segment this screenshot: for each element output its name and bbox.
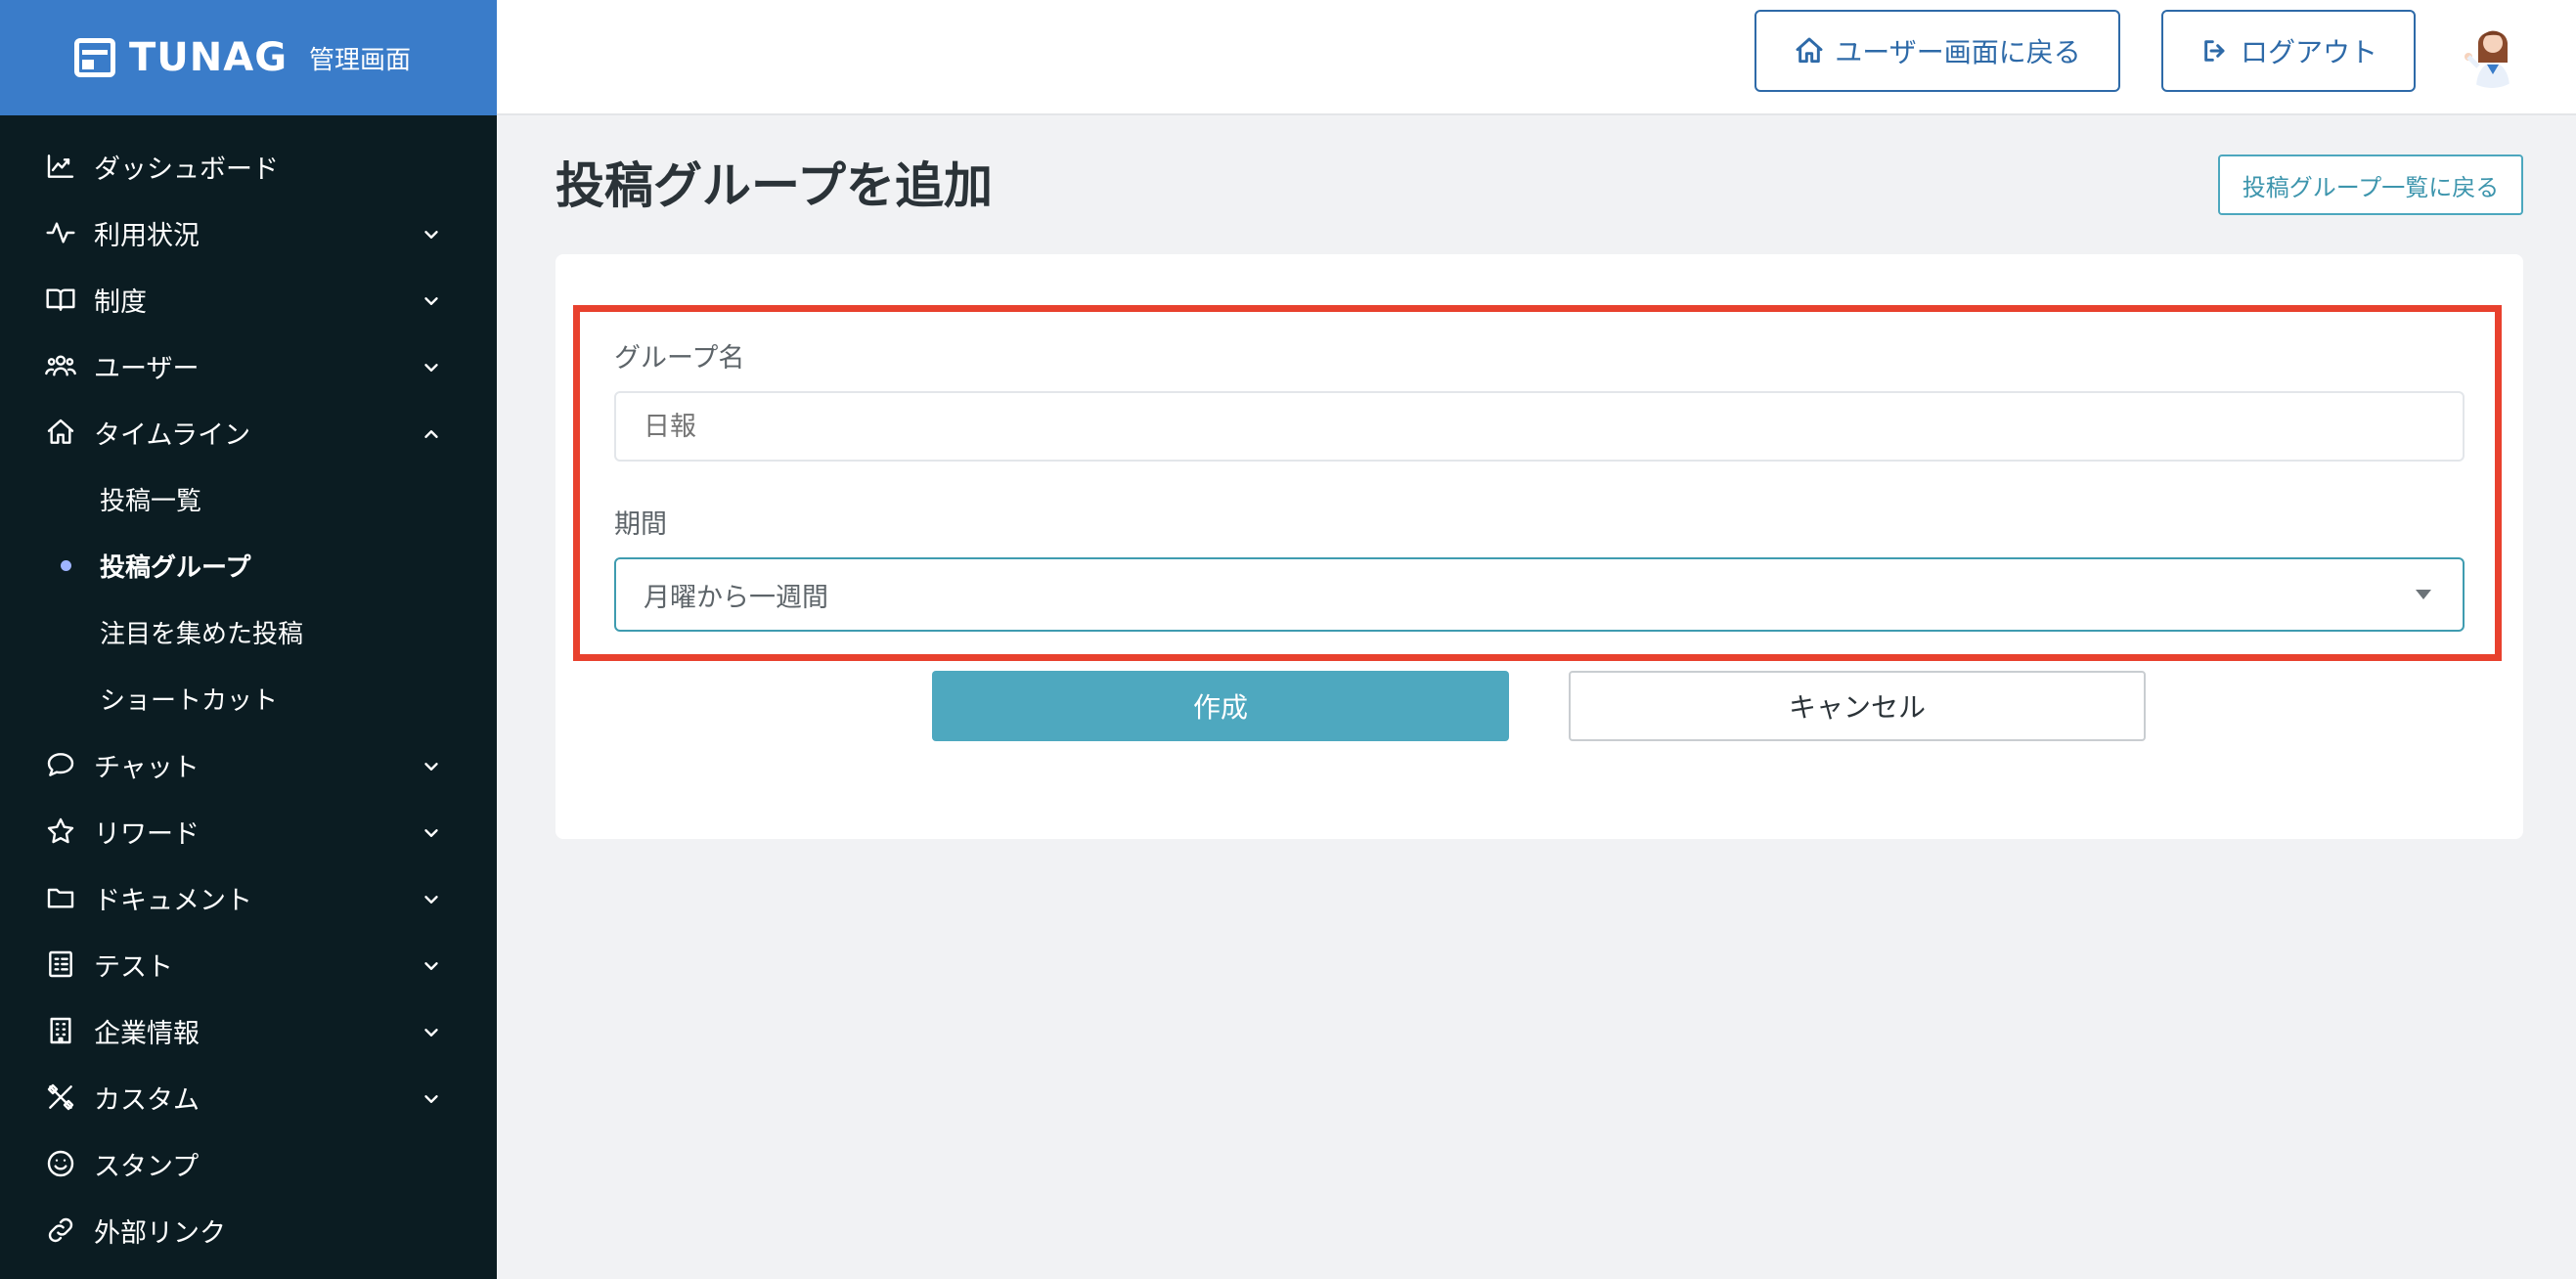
sidebar-item-label: タイムライン: [94, 419, 251, 451]
logout-button[interactable]: ログアウト: [2161, 10, 2416, 92]
logout-label: ログアウト: [2240, 36, 2377, 68]
folder-icon: [45, 882, 76, 913]
sidebar-item-label: 外部リンク: [94, 1217, 226, 1249]
home-icon: [45, 417, 76, 448]
link-icon: [45, 1214, 76, 1246]
book-icon: [45, 284, 76, 315]
chevron-down-icon: [421, 222, 442, 243]
sidebar-item-label: テスト: [94, 951, 173, 983]
brand-name: TUNAG: [129, 35, 289, 80]
chart-trend-icon: [45, 151, 76, 182]
chevron-down-icon: [421, 953, 442, 975]
sidebar-subitem-label: 投稿グループ: [100, 552, 251, 583]
sidebar-item-stamps[interactable]: スタンプ: [0, 1130, 497, 1197]
sidebar-item-system[interactable]: 制度: [0, 266, 497, 332]
chat-bubble-icon: [45, 749, 76, 780]
smile-icon: [45, 1148, 76, 1179]
sidebar-item-label: カスタム: [94, 1084, 200, 1116]
checklist-icon: [45, 948, 76, 980]
sidebar-item-timeline[interactable]: タイムライン: [0, 399, 497, 465]
sidebar-subitem-label: 投稿一覧: [100, 486, 202, 516]
chevron-down-icon: [421, 1086, 442, 1108]
sidebar-item-custom[interactable]: カスタム: [0, 1064, 497, 1130]
sidebar-item-label: 制度: [94, 287, 147, 318]
brand-header[interactable]: TUNAG 管理画面: [0, 0, 497, 115]
sidebar-subitem-popular-posts[interactable]: 注目を集めた投稿: [0, 598, 497, 665]
sidebar-item-label: リワード: [94, 818, 200, 850]
building-icon: [45, 1015, 76, 1046]
brand-subtitle: 管理画面: [309, 45, 412, 75]
chevron-down-icon: [421, 288, 442, 310]
users-icon: [45, 350, 76, 381]
sidebar-subitem-label: 注目を集めた投稿: [100, 619, 304, 649]
chevron-down-icon: [421, 1020, 442, 1041]
group-name-input[interactable]: [614, 391, 2465, 462]
sidebar-item-chat[interactable]: チャット: [0, 731, 497, 798]
sidebar-item-label: 利用状況: [94, 220, 200, 251]
sidebar-item-label: スタンプ: [94, 1151, 200, 1182]
group-name-label: グループ名: [614, 343, 745, 374]
sidebar-nav: ダッシュボード 利用状況 制度 ユーザー タイムライン 投稿一覧 投稿グループ …: [0, 115, 497, 1263]
period-selected-value: 月曜から一週間: [644, 582, 828, 613]
sidebar-item-label: チャット: [94, 752, 200, 783]
sidebar-item-users[interactable]: ユーザー: [0, 332, 497, 399]
period-select[interactable]: 月曜から一週間: [614, 557, 2465, 632]
activity-icon: [45, 217, 76, 248]
period-label: 期間: [614, 509, 667, 540]
cancel-button[interactable]: キャンセル: [1569, 671, 2146, 741]
page-title: 投稿グループを追加: [555, 157, 993, 214]
avatar[interactable]: [2455, 14, 2529, 88]
create-button[interactable]: 作成: [932, 671, 1509, 741]
sidebar-subitem-shortcuts[interactable]: ショートカット: [0, 665, 497, 731]
home-icon: [1796, 37, 1823, 64]
sidebar-item-dashboard[interactable]: ダッシュボード: [0, 133, 497, 199]
chevron-up-icon: [421, 421, 442, 443]
sidebar-item-external-links[interactable]: 外部リンク: [0, 1197, 497, 1263]
sidebar-subitem-post-list[interactable]: 投稿一覧: [0, 465, 497, 532]
sidebar-item-usage[interactable]: 利用状況: [0, 199, 497, 266]
top-bar: ユーザー画面に戻る ログアウト: [497, 0, 2576, 115]
logout-icon: [2204, 40, 2225, 62]
sidebar-subitem-label: ショートカット: [100, 685, 279, 716]
active-dot-icon: [61, 560, 71, 571]
chevron-down-icon: [421, 355, 442, 376]
sidebar-item-label: ユーザー: [94, 353, 200, 384]
sidebar-item-tests[interactable]: テスト: [0, 931, 497, 997]
star-icon: [45, 816, 76, 847]
sidebar-item-documents[interactable]: ドキュメント: [0, 864, 497, 931]
back-to-user-screen-button[interactable]: ユーザー画面に戻る: [1754, 10, 2120, 92]
chevron-down-icon: [421, 820, 442, 842]
chevron-down-icon: [421, 887, 442, 908]
back-to-group-list-button[interactable]: 投稿グループ一覧に戻る: [2218, 154, 2523, 215]
tunag-logo-icon: [74, 38, 115, 77]
chevron-down-icon: [421, 754, 442, 775]
sidebar-item-rewards[interactable]: リワード: [0, 798, 497, 864]
back-to-user-screen-label: ユーザー画面に戻る: [1835, 36, 2081, 68]
sidebar-subitem-post-groups[interactable]: 投稿グループ: [0, 532, 497, 598]
sidebar: TUNAG 管理画面 ダッシュボード 利用状況 制度 ユーザー タイムライン 投…: [0, 0, 497, 1279]
sidebar-item-label: ダッシュボード: [94, 154, 279, 185]
sidebar-item-company-info[interactable]: 企業情報: [0, 997, 497, 1064]
sidebar-item-label: 企業情報: [94, 1018, 200, 1049]
user-avatar-icon: [2455, 14, 2529, 88]
tools-icon: [45, 1081, 76, 1113]
sidebar-item-label: ドキュメント: [94, 885, 252, 916]
caret-down-icon: [2416, 590, 2431, 599]
